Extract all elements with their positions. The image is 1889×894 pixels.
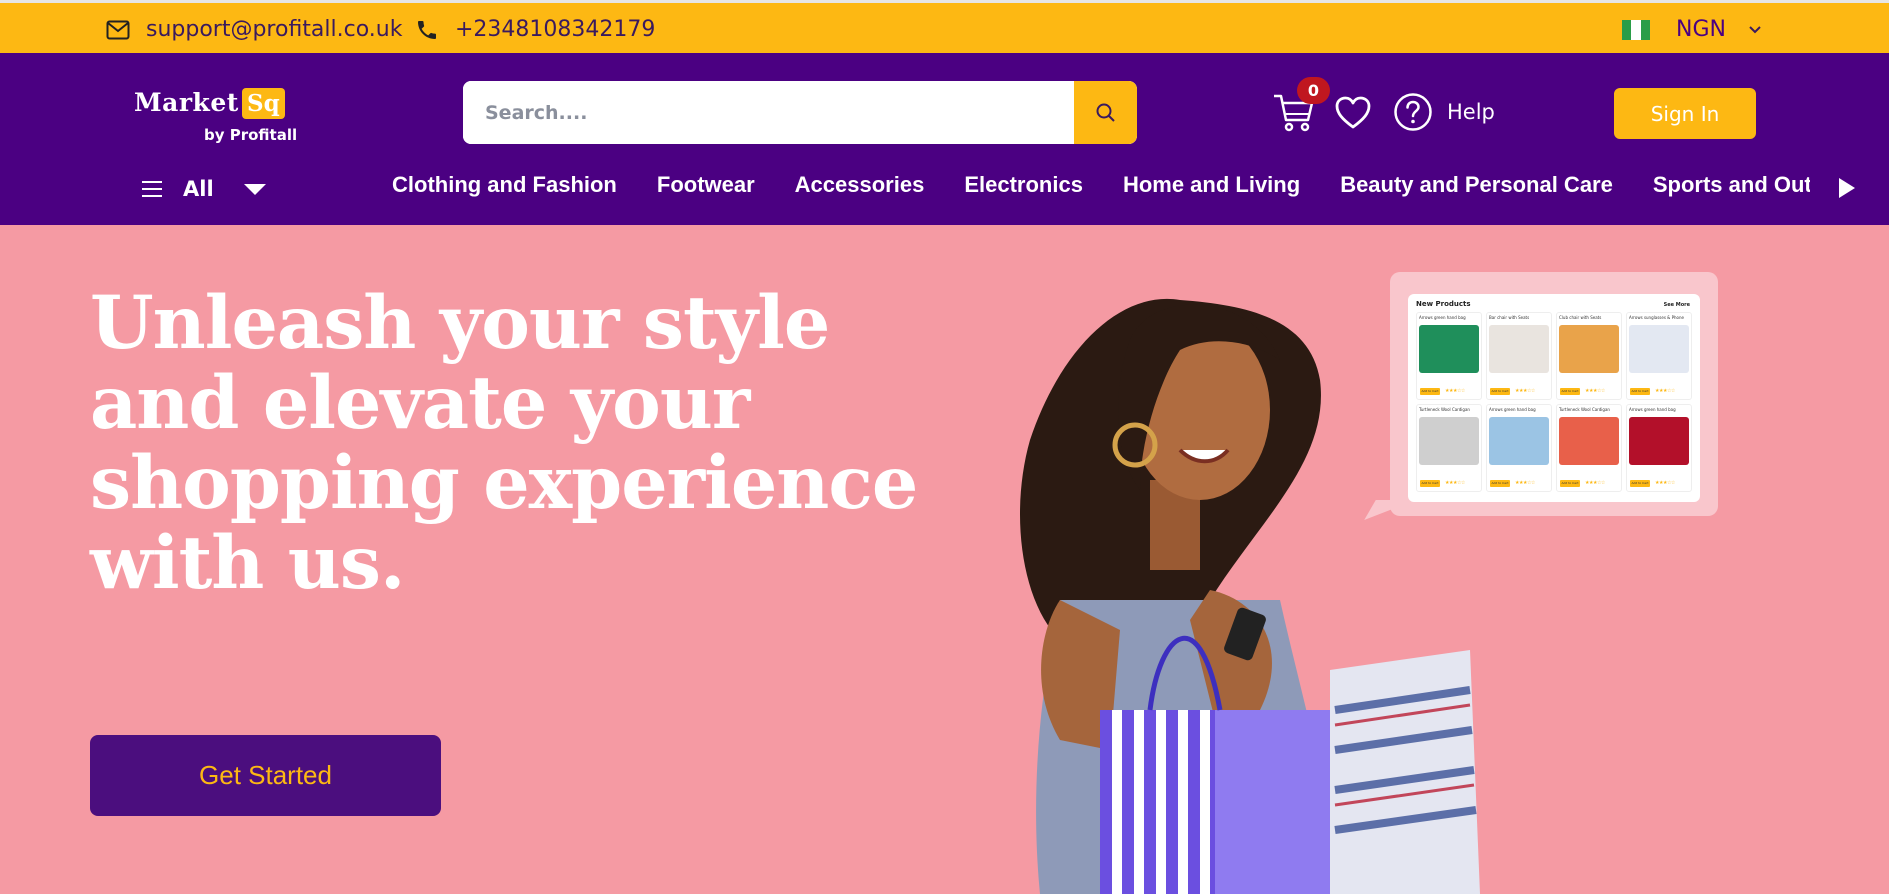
logo-badge: Sq xyxy=(242,88,285,119)
preview-product-name: Turtleneck Wool Cardigan xyxy=(1419,407,1470,412)
preview-product-card: Turtleneck Wool Cardigan Add to Cart ★★★☆☆ xyxy=(1556,404,1622,492)
hero-title: Unleash your style and elevate your shop… xyxy=(90,280,918,606)
logo-subtitle: by Profitall xyxy=(204,126,298,144)
preview-add-button: Add to Cart xyxy=(1630,480,1650,487)
nav-item-sports-and-outdoors[interactable]: Sports and Outdoors xyxy=(1653,172,1810,198)
preview-product-image xyxy=(1489,325,1549,373)
mail-icon xyxy=(104,16,132,44)
help-label: Help xyxy=(1447,100,1495,124)
preview-product-card: Turtleneck Wool Cardigan Add to Cart ★★★☆☆ xyxy=(1416,404,1482,492)
preview-product-card: Arrows sunglasses & Phone Add to Cart ★★★☆… xyxy=(1626,312,1692,400)
logo-word: Market xyxy=(134,88,239,117)
preview-add-button: Add to Cart xyxy=(1420,480,1440,487)
preview-product-name: Arrows green hand bag xyxy=(1489,407,1536,412)
preview-product-name: Club chair with Seats xyxy=(1559,315,1602,320)
preview-product-card: Arrows green hand bag Add to Cart ★★★☆☆ xyxy=(1626,404,1692,492)
nigeria-flag-icon xyxy=(1622,19,1650,40)
preview-add-button: Add to Cart xyxy=(1420,388,1440,395)
preview-stars: ★★★☆☆ xyxy=(1655,388,1675,394)
preview-stars: ★★★☆☆ xyxy=(1445,480,1465,486)
help-question-icon xyxy=(1394,93,1432,131)
preview-stars: ★★★☆☆ xyxy=(1445,388,1465,394)
caret-down-icon xyxy=(243,183,266,195)
preview-add-button: Add to Cart xyxy=(1630,388,1650,395)
search-icon xyxy=(1096,103,1115,122)
get-started-button[interactable]: Get Started xyxy=(90,735,441,816)
hamburger-icon xyxy=(142,181,162,197)
preview-product-card: Arrows green hand bag Add to Cart ★★★☆☆ xyxy=(1486,404,1552,492)
nav-item-beauty-and-personal-care[interactable]: Beauty and Personal Care xyxy=(1340,172,1613,198)
preview-product-name: Bar chair with Seats xyxy=(1489,315,1530,320)
preview-product-image xyxy=(1419,417,1479,465)
preview-add-button: Add to Cart xyxy=(1560,480,1580,487)
search-button[interactable] xyxy=(1074,81,1137,144)
all-categories-menu[interactable]: All xyxy=(142,174,266,204)
preview-product-card: Bar chair with Seats Add to Cart ★★★☆☆ xyxy=(1486,312,1552,400)
currency-selector[interactable]: NGN xyxy=(1622,3,1762,56)
preview-stars: ★★★☆☆ xyxy=(1515,388,1535,394)
nav-item-home-and-living[interactable]: Home and Living xyxy=(1123,172,1300,198)
chevron-down-icon xyxy=(1748,25,1762,34)
support-phone-text: +2348108342179 xyxy=(455,17,656,42)
sign-in-button[interactable]: Sign In xyxy=(1614,88,1756,139)
panel-see-all: See More xyxy=(1663,302,1690,308)
cart-count-badge: 0 xyxy=(1297,77,1330,104)
preview-product-grid: Arrows green hand bag Add to Cart ★★★☆☆ Ba… xyxy=(1416,312,1692,492)
preview-product-image xyxy=(1559,325,1619,373)
nav-item-electronics[interactable]: Electronics xyxy=(964,172,1083,198)
preview-product-card: Arrows green hand bag Add to Cart ★★★☆☆ xyxy=(1416,312,1482,400)
preview-product-name: Turtleneck Wool Cardigan xyxy=(1559,407,1610,412)
wishlist-heart-icon[interactable] xyxy=(1334,95,1372,131)
preview-product-name: Arrows green hand bag xyxy=(1419,315,1466,320)
preview-add-button: Add to Cart xyxy=(1560,388,1580,395)
preview-product-image xyxy=(1629,325,1689,373)
nav-item-accessories[interactable]: Accessories xyxy=(795,172,925,198)
all-label: All xyxy=(183,177,214,201)
nav-item-clothing-and-fashion[interactable]: Clothing and Fashion xyxy=(392,172,617,198)
support-email[interactable]: support@profitall.co.uk xyxy=(104,3,402,56)
category-nav: Clothing and Fashion Footwear Accessories E… xyxy=(392,172,1810,206)
phone-icon xyxy=(413,16,441,44)
top-bar: support@profitall.co.uk +2348108342179 N… xyxy=(0,0,1889,53)
search-input[interactable] xyxy=(463,81,1074,144)
panel-title: New Products xyxy=(1416,300,1471,308)
help-link[interactable]: Help xyxy=(1393,92,1495,132)
nav-scroll-right-arrow-icon[interactable] xyxy=(1839,178,1855,198)
preview-product-image xyxy=(1629,417,1689,465)
support-email-text: support@profitall.co.uk xyxy=(146,17,403,42)
preview-stars: ★★★☆☆ xyxy=(1585,480,1605,486)
preview-product-name: Arrows sunglasses & Phone xyxy=(1629,315,1684,320)
preview-product-image xyxy=(1419,325,1479,373)
preview-product-image xyxy=(1559,417,1619,465)
preview-add-button: Add to Cart xyxy=(1490,388,1510,395)
preview-product-card: Club chair with Seats Add to Cart ★★★☆☆ xyxy=(1556,312,1622,400)
preview-product-name: Arrows green hand bag xyxy=(1629,407,1676,412)
preview-product-image xyxy=(1489,417,1549,465)
nav-item-footwear[interactable]: Footwear xyxy=(657,172,755,198)
preview-stars: ★★★☆☆ xyxy=(1585,388,1605,394)
new-products-preview-panel: New Products See More Arrows green hand … xyxy=(1408,294,1700,502)
preview-stars: ★★★☆☆ xyxy=(1515,480,1535,486)
preview-stars: ★★★☆☆ xyxy=(1655,480,1675,486)
search-bar xyxy=(463,81,1137,144)
preview-add-button: Add to Cart xyxy=(1490,480,1510,487)
support-phone[interactable]: +2348108342179 xyxy=(413,3,655,56)
currency-label: NGN xyxy=(1676,17,1726,42)
